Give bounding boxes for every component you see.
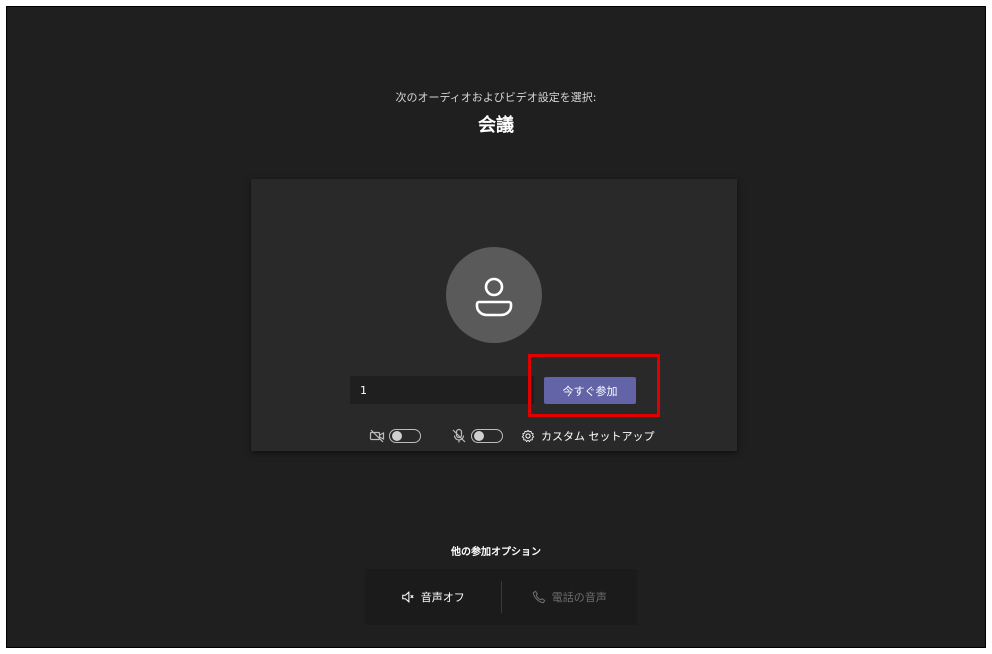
meeting-prejoin-screen: 次のオーディオおよびビデオ設定を選択: 会議 今すぐ参加 [6, 6, 986, 648]
avatar [446, 247, 542, 343]
custom-setup-label: カスタム セットアップ [541, 430, 655, 443]
phone-icon [532, 590, 546, 604]
camera-toggle[interactable] [389, 429, 421, 443]
audio-off-option[interactable]: 音声オフ [365, 569, 501, 625]
phone-audio-label: 電話の音声 [551, 591, 607, 604]
gear-icon [521, 429, 535, 443]
preview-card: 今すぐ参加 カスタ [251, 179, 737, 451]
other-join-options: 音声オフ 電話の音声 [365, 569, 637, 625]
speaker-muted-icon [401, 591, 414, 603]
phone-audio-option[interactable]: 電話の音声 [502, 569, 638, 625]
custom-setup-button[interactable]: カスタム セットアップ [521, 426, 655, 446]
camera-off-icon [369, 429, 385, 443]
camera-toggle-knob [392, 431, 402, 441]
other-join-options-title: 他の参加オプション [451, 547, 541, 558]
mic-off-icon [452, 428, 466, 443]
join-now-button[interactable]: 今すぐ参加 [544, 377, 636, 404]
page-title: 会議 [478, 115, 514, 136]
device-controls: カスタム セットアップ [251, 426, 737, 446]
name-input[interactable] [350, 376, 534, 404]
mic-toggle-knob [474, 431, 484, 441]
avatar-person-icon [475, 277, 513, 317]
mic-toggle[interactable] [471, 429, 503, 443]
audio-off-label: 音声オフ [420, 591, 465, 604]
page-subtitle: 次のオーディオおよびビデオ設定を選択: [395, 91, 597, 104]
